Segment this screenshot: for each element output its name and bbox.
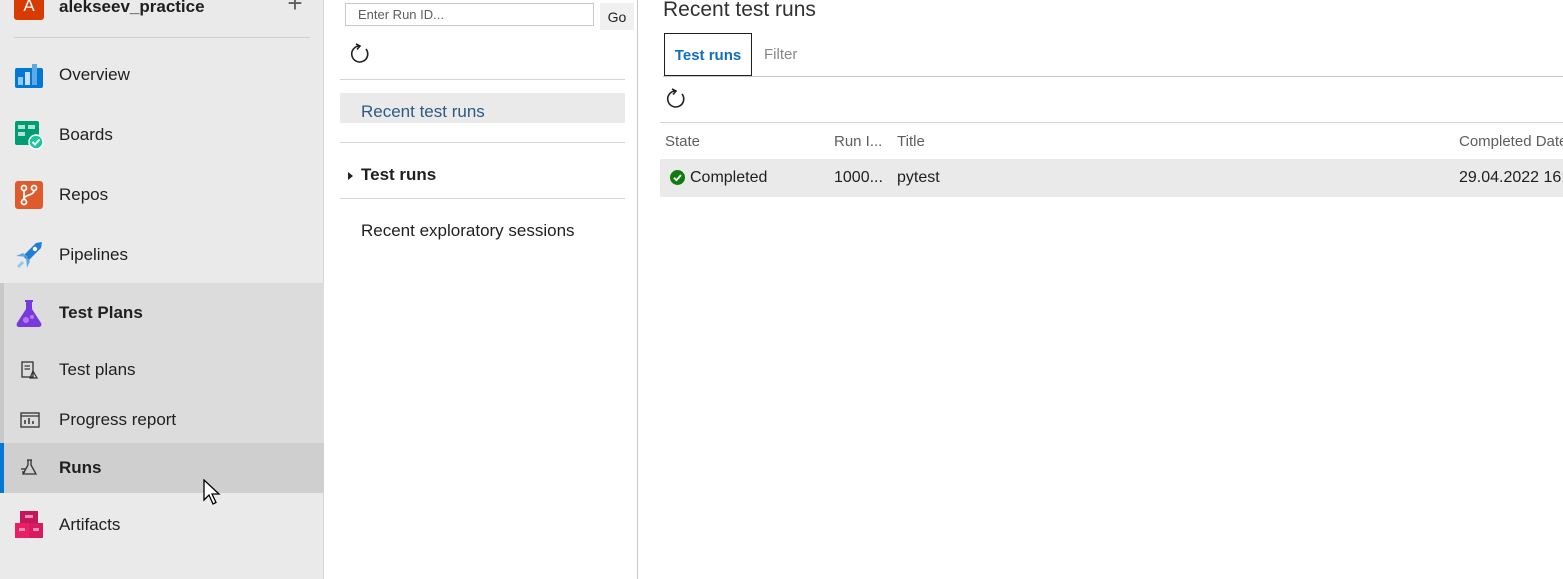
- sub-item-progress-report[interactable]: Progress report: [0, 395, 324, 445]
- status-completed-icon: [670, 170, 685, 185]
- nav-item-label: Repos: [59, 185, 109, 204]
- item-label: Recent exploratory sessions: [361, 221, 575, 240]
- test-plans-section: Test Plans Test plans Progress report Ru…: [0, 283, 324, 493]
- column-header-run-id[interactable]: Run I...: [834, 133, 882, 150]
- recent-test-runs-item[interactable]: Recent test runs: [340, 93, 625, 123]
- nav-item-test-plans[interactable]: Test Plans: [0, 283, 324, 343]
- pipelines-icon: [16, 242, 42, 268]
- sub-item-test-plans[interactable]: Test plans: [0, 345, 324, 395]
- cell-state: Completed: [690, 169, 768, 186]
- left-navigation: A alekseev_practice + Overview Boards Re…: [0, 0, 324, 579]
- item-label: Test runs: [361, 165, 437, 184]
- column-header-state[interactable]: State: [665, 133, 700, 150]
- nav-item-label: Boards: [59, 125, 113, 144]
- repos-icon: [15, 181, 43, 209]
- sub-item-label: Runs: [59, 458, 102, 477]
- mouse-cursor-icon: [203, 479, 221, 505]
- project-header[interactable]: A alekseev_practice +: [0, 0, 324, 38]
- refresh-icon[interactable]: [348, 42, 372, 66]
- page-title: Recent test runs: [663, 0, 816, 21]
- tab-test-runs[interactable]: Test runs: [664, 33, 752, 76]
- add-icon[interactable]: +: [283, 0, 307, 16]
- cell-completed-date: 29.04.2022 16:: [1459, 169, 1563, 186]
- progress-report-icon: [20, 412, 40, 428]
- divider: [660, 122, 1563, 123]
- go-button[interactable]: Go: [600, 3, 634, 30]
- nav-item-overview[interactable]: Overview: [0, 45, 324, 105]
- divider: [663, 76, 1563, 77]
- item-label: Recent test runs: [361, 102, 485, 121]
- divider: [340, 79, 625, 80]
- runs-navigation-pane: Go Recent test runs Test runs Recent exp…: [325, 0, 638, 579]
- run-id-input[interactable]: [345, 3, 594, 26]
- tab-filter[interactable]: Filter: [764, 33, 797, 76]
- main-content: Recent test runs Test runs Filter State …: [639, 0, 1563, 579]
- artifacts-icon: [15, 511, 43, 538]
- test-plans-icon: [16, 300, 42, 327]
- runs-icon: [21, 459, 38, 475]
- divider: [340, 198, 625, 199]
- column-header-completed-date[interactable]: Completed Date: [1459, 133, 1563, 150]
- nav-item-label: Pipelines: [59, 245, 128, 264]
- sub-item-label: Test plans: [59, 360, 136, 379]
- overview-icon: [15, 64, 43, 88]
- sub-item-runs[interactable]: Runs: [0, 443, 324, 493]
- cell-run-id: 1000...: [834, 169, 883, 186]
- test-plans-list-icon: [21, 361, 39, 379]
- refresh-icon[interactable]: [664, 87, 688, 111]
- test-runs-item[interactable]: Test runs: [340, 160, 625, 190]
- nav-item-boards[interactable]: Boards: [0, 105, 324, 165]
- project-name: alekseev_practice: [59, 0, 205, 16]
- sub-item-label: Progress report: [59, 410, 177, 429]
- recent-exploratory-sessions-item[interactable]: Recent exploratory sessions: [340, 216, 625, 246]
- table-row[interactable]: Completed 1000... pytest 29.04.2022 16:: [660, 159, 1563, 197]
- expand-caret-icon[interactable]: [348, 172, 353, 180]
- nav-item-repos[interactable]: Repos: [0, 165, 324, 225]
- cell-title: pytest: [897, 169, 940, 186]
- boards-icon: [15, 121, 44, 150]
- nav-item-pipelines[interactable]: Pipelines: [0, 225, 324, 285]
- nav-item-label: Artifacts: [59, 515, 121, 534]
- column-header-title[interactable]: Title: [897, 133, 925, 150]
- project-avatar: A: [14, 0, 44, 20]
- nav-item-label: Test Plans: [59, 303, 143, 322]
- nav-item-artifacts[interactable]: Artifacts: [0, 495, 324, 555]
- divider: [14, 37, 310, 38]
- divider: [340, 142, 625, 143]
- nav-item-label: Overview: [59, 65, 130, 84]
